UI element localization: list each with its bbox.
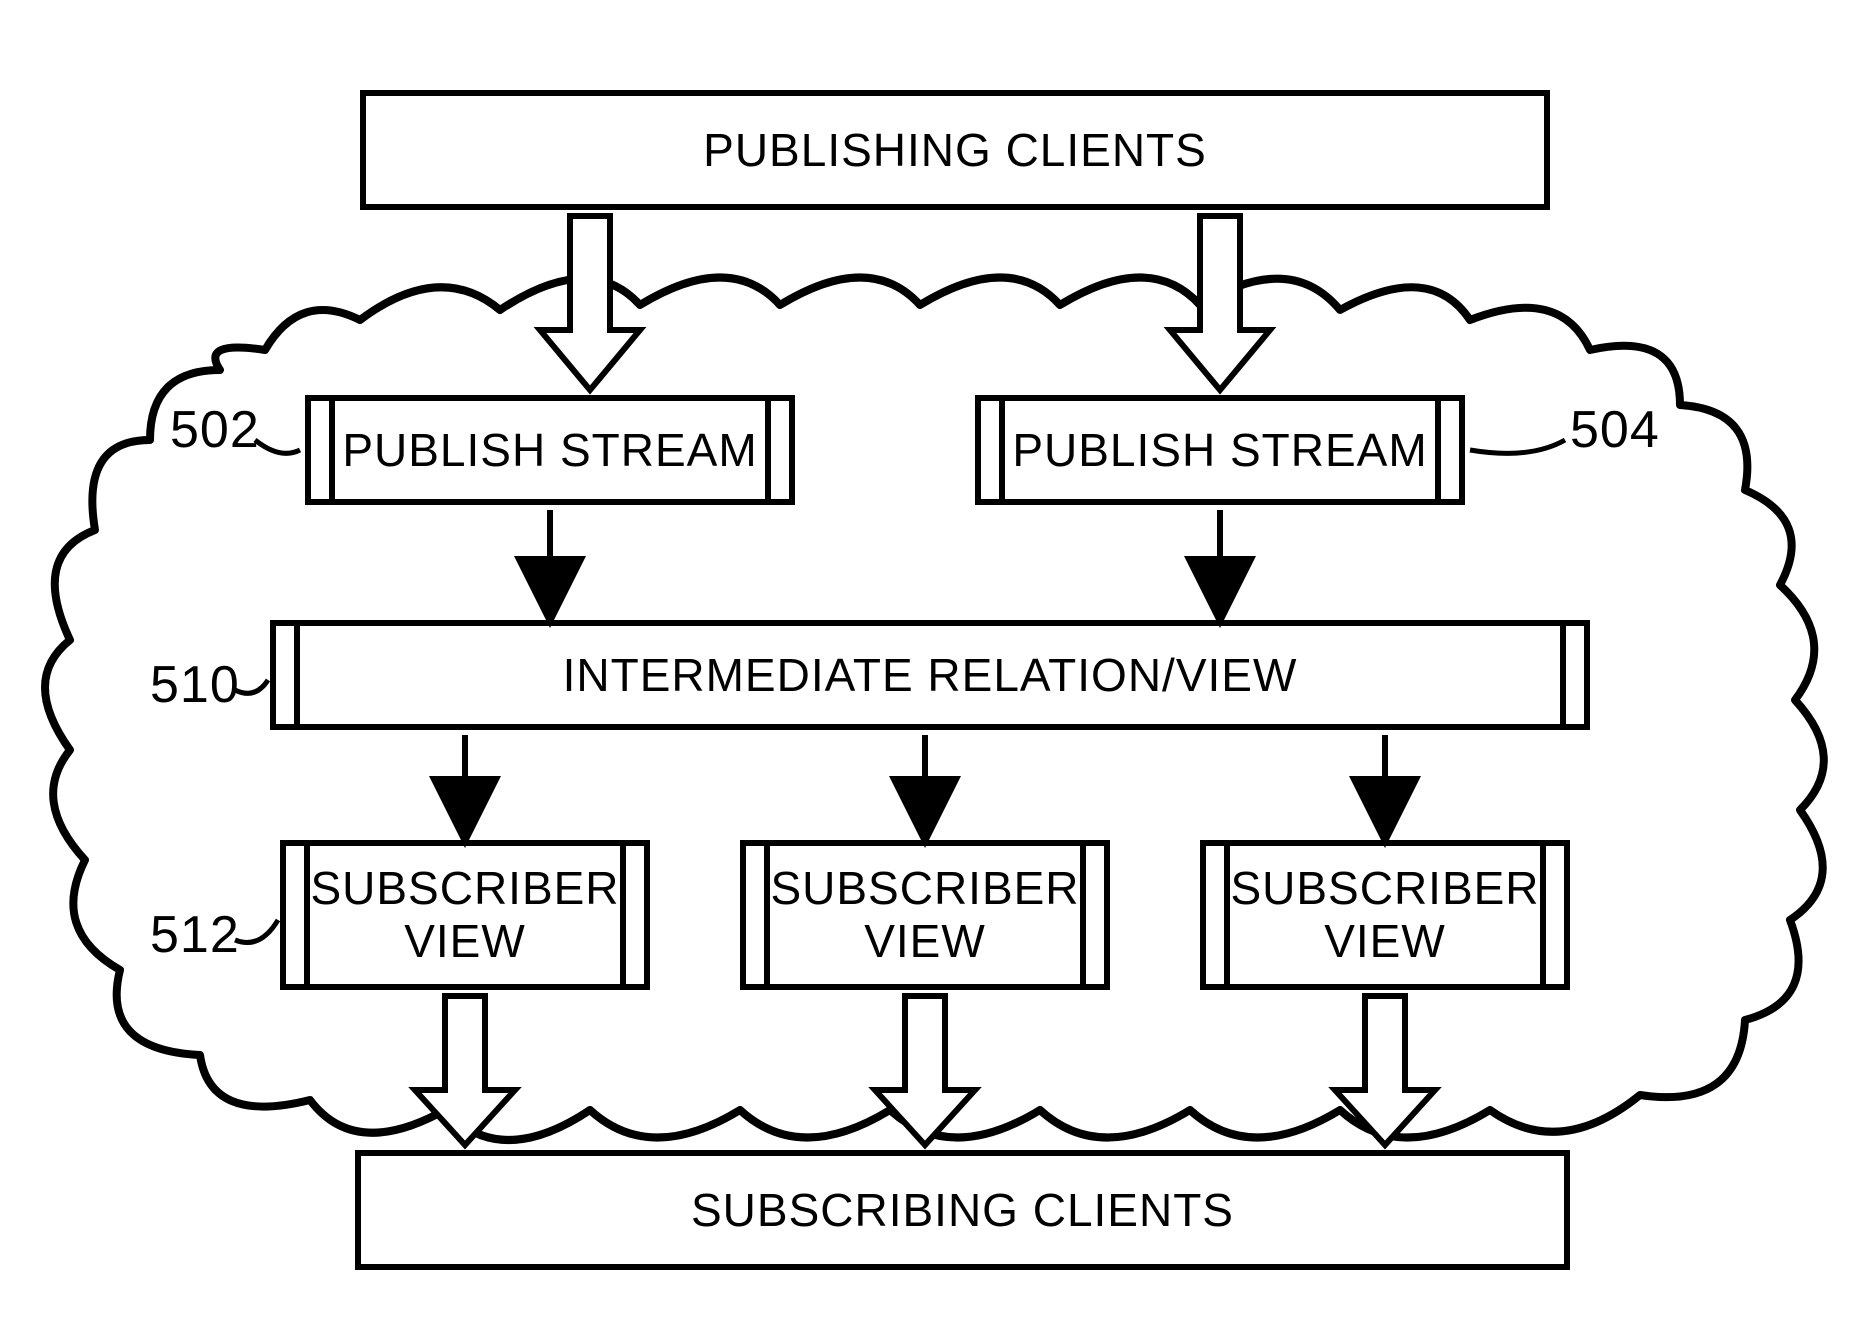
subscriber-view-2-label: SUBSCRIBER VIEW	[770, 862, 1079, 968]
ref-510: 510	[150, 655, 240, 715]
leader-510	[235, 680, 268, 693]
subscriber-view-3-label: SUBSCRIBER VIEW	[1230, 862, 1539, 968]
diagram-canvas: PUBLISHING CLIENTS PUBLISH STREAM PUBLIS…	[0, 0, 1859, 1336]
leader-512	[235, 920, 278, 943]
intermediate-label: INTERMEDIATE RELATION/VIEW	[563, 649, 1298, 702]
leader-504	[1470, 440, 1565, 453]
publish-stream-right-box: PUBLISH STREAM	[975, 395, 1465, 505]
ref-502: 502	[170, 400, 260, 460]
publish-stream-left-label: PUBLISH STREAM	[342, 424, 757, 477]
subscribing-clients-box: SUBSCRIBING CLIENTS	[355, 1150, 1570, 1270]
subscriber-view-1-label: SUBSCRIBER VIEW	[310, 862, 619, 968]
publish-stream-right-label: PUBLISH STREAM	[1012, 424, 1427, 477]
subscribing-clients-label: SUBSCRIBING CLIENTS	[691, 1184, 1234, 1237]
subscriber-view-3-box: SUBSCRIBER VIEW	[1200, 840, 1570, 990]
arrow-top-to-right	[1170, 216, 1270, 390]
arrow-top-to-left	[540, 216, 640, 390]
ref-504: 504	[1570, 400, 1660, 460]
subscriber-view-1-box: SUBSCRIBER VIEW	[280, 840, 650, 990]
publishing-clients-box: PUBLISHING CLIENTS	[360, 90, 1550, 210]
ref-512: 512	[150, 905, 240, 965]
subscriber-view-2-box: SUBSCRIBER VIEW	[740, 840, 1110, 990]
arrow-sv2-bottom	[875, 996, 975, 1145]
arrow-sv1-bottom	[415, 996, 515, 1145]
intermediate-box: INTERMEDIATE RELATION/VIEW	[270, 620, 1590, 730]
arrow-sv3-bottom	[1335, 996, 1435, 1145]
publishing-clients-label: PUBLISHING CLIENTS	[703, 124, 1207, 177]
leader-502	[255, 440, 300, 453]
publish-stream-left-box: PUBLISH STREAM	[305, 395, 795, 505]
